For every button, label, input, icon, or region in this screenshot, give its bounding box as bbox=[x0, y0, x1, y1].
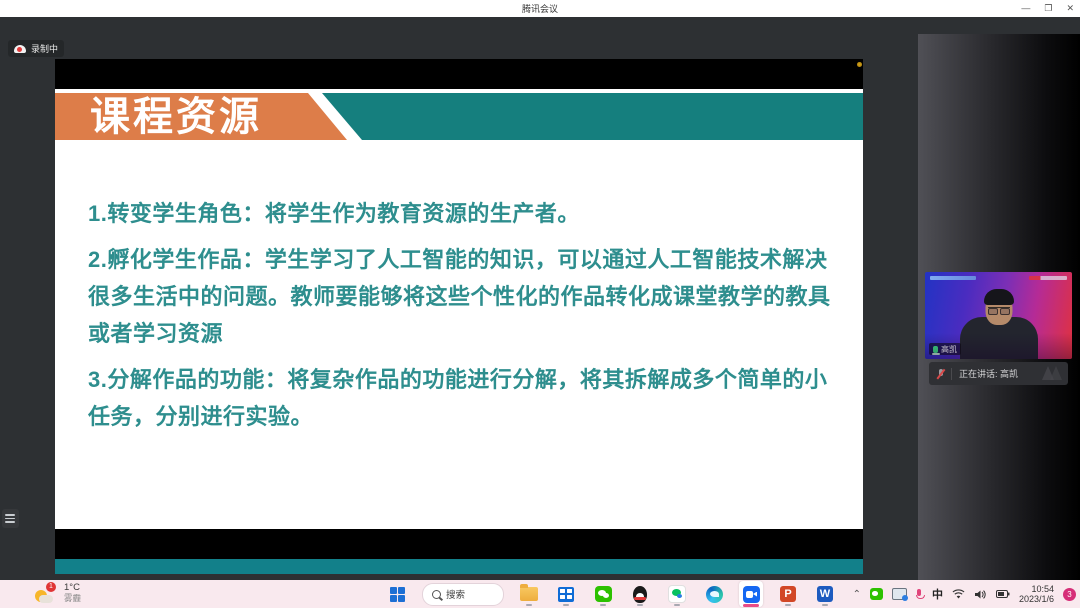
powerpoint-icon: P bbox=[780, 586, 796, 602]
minimize-button[interactable]: — bbox=[1021, 0, 1030, 17]
file-explorer-button[interactable] bbox=[517, 581, 541, 607]
folder-icon bbox=[520, 587, 538, 601]
cast-tray-button[interactable] bbox=[892, 588, 907, 600]
store-icon bbox=[558, 587, 574, 602]
tencent-meeting-icon bbox=[743, 586, 760, 603]
search-label: 搜索 bbox=[446, 587, 465, 601]
window-controls: — ❐ ✕ bbox=[1021, 0, 1074, 17]
weather-widget[interactable]: 1 1°C 雾霾 bbox=[34, 582, 81, 604]
word-button[interactable]: W bbox=[813, 581, 837, 607]
taskbar: 1 1°C 雾霾 搜索 bbox=[0, 580, 1080, 608]
edge-icon bbox=[706, 586, 723, 603]
clock-time: 10:54 bbox=[1031, 584, 1054, 594]
notification-badge[interactable]: 3 bbox=[1063, 588, 1076, 601]
list-lines-icon bbox=[5, 514, 15, 516]
participant-video-tile[interactable]: 高凯 bbox=[925, 272, 1072, 359]
annotation-toolbar-button[interactable] bbox=[2, 509, 19, 528]
wechat-icon bbox=[595, 586, 612, 602]
participant-panel: 高凯 正在讲话: 高凯 bbox=[918, 34, 1080, 597]
speaking-status-label: 正在讲话: 高凯 bbox=[959, 367, 1018, 380]
battery-button[interactable] bbox=[996, 589, 1010, 599]
slide-title-banner: 课程资源 bbox=[55, 93, 863, 140]
weather-condition: 雾霾 bbox=[64, 594, 81, 603]
wifi-icon bbox=[952, 589, 965, 600]
weather-icon: 1 bbox=[34, 582, 56, 604]
participant-name-pill: 高凯 bbox=[929, 343, 961, 355]
taskbar-search[interactable]: 搜索 bbox=[422, 583, 504, 606]
slide-footer-bar bbox=[55, 559, 863, 574]
wechat-tray-button[interactable] bbox=[870, 588, 883, 600]
cloud-record-icon bbox=[14, 45, 26, 53]
microphone-icon bbox=[916, 589, 923, 600]
volume-button[interactable] bbox=[974, 589, 987, 600]
microsoft-store-button[interactable] bbox=[554, 581, 578, 607]
maximize-button[interactable]: ❐ bbox=[1044, 0, 1052, 17]
wecom-button[interactable] bbox=[665, 581, 689, 607]
window-title: 腾讯会议 bbox=[522, 2, 558, 15]
edge-button[interactable] bbox=[702, 581, 726, 607]
wechat-button[interactable] bbox=[591, 581, 615, 607]
powerpoint-button[interactable]: P bbox=[776, 581, 800, 607]
mic-active-icon bbox=[933, 346, 938, 353]
wecom-icon bbox=[668, 585, 686, 603]
qq-button[interactable] bbox=[628, 581, 652, 607]
presentation-slide: 课程资源 1.转变学生角色：将学生作为教育资源的生产者。 2.孵化学生作品：学生… bbox=[55, 89, 863, 529]
recording-label: 录制中 bbox=[31, 42, 58, 55]
microphone-tray-button[interactable] bbox=[916, 589, 923, 600]
system-tray: ⌃ 中 1 bbox=[853, 580, 1076, 608]
window-titlebar: 腾讯会议 — ❐ ✕ bbox=[0, 0, 1080, 17]
wechat-tray-icon bbox=[870, 588, 883, 600]
slide-point-2: 2.孵化学生作品：学生学习了人工智能的知识，可以通过人工智能技术解决 很多生活中… bbox=[88, 241, 848, 352]
volume-icon bbox=[974, 589, 987, 600]
ime-indicator[interactable]: 中 bbox=[932, 586, 943, 602]
meeting-main-area: 录制中 课程资源 1.转变学生角色：将学生作为教育资源的生产者。 2.孵化学生作… bbox=[0, 17, 1080, 580]
divider bbox=[951, 368, 952, 380]
wifi-button[interactable] bbox=[952, 589, 965, 600]
slide-body: 1.转变学生角色：将学生作为教育资源的生产者。 2.孵化学生作品：学生学习了人工… bbox=[88, 195, 848, 444]
weather-temperature: 1°C bbox=[64, 583, 81, 593]
qq-icon bbox=[633, 586, 647, 603]
slide-title: 课程资源 bbox=[90, 94, 262, 141]
search-icon bbox=[432, 590, 441, 599]
clock-date: 2023/1/6 bbox=[1019, 594, 1054, 604]
speaking-status-bar[interactable]: 正在讲话: 高凯 bbox=[929, 362, 1068, 385]
weather-alert-badge: 1 bbox=[46, 582, 56, 592]
shared-screen: 课程资源 1.转变学生角色：将学生作为教育资源的生产者。 2.孵化学生作品：学生… bbox=[55, 59, 863, 570]
close-button[interactable]: ✕ bbox=[1066, 0, 1074, 17]
cast-icon bbox=[892, 588, 907, 600]
taskbar-center-icons: 搜索 P W bbox=[385, 580, 837, 608]
recording-indicator[interactable]: 录制中 bbox=[8, 40, 64, 57]
tencent-meeting-button[interactable] bbox=[739, 581, 763, 607]
mic-muted-icon bbox=[937, 369, 944, 379]
video-watermark-right bbox=[1029, 276, 1067, 280]
participant-glasses bbox=[988, 307, 1010, 313]
annotation-dot bbox=[857, 62, 862, 67]
windows-logo-icon bbox=[390, 587, 405, 602]
word-icon: W bbox=[817, 586, 833, 602]
start-button[interactable] bbox=[385, 581, 409, 607]
slide-point-1: 1.转变学生角色：将学生作为教育资源的生产者。 bbox=[88, 195, 848, 232]
video-watermark-left bbox=[930, 276, 976, 280]
hidden-icons-chevron[interactable]: ⌃ bbox=[853, 589, 861, 600]
participant-name: 高凯 bbox=[941, 344, 957, 355]
slide-point-3: 3.分解作品的功能：将复杂作品的功能进行分解，将其拆解成多个简单的小 任务，分别… bbox=[88, 361, 848, 435]
battery-icon bbox=[996, 589, 1010, 599]
participant-hair bbox=[984, 289, 1014, 305]
meeting-logo-watermark-icon bbox=[1042, 366, 1062, 380]
taskbar-clock[interactable]: 10:54 2023/1/6 bbox=[1019, 584, 1054, 605]
